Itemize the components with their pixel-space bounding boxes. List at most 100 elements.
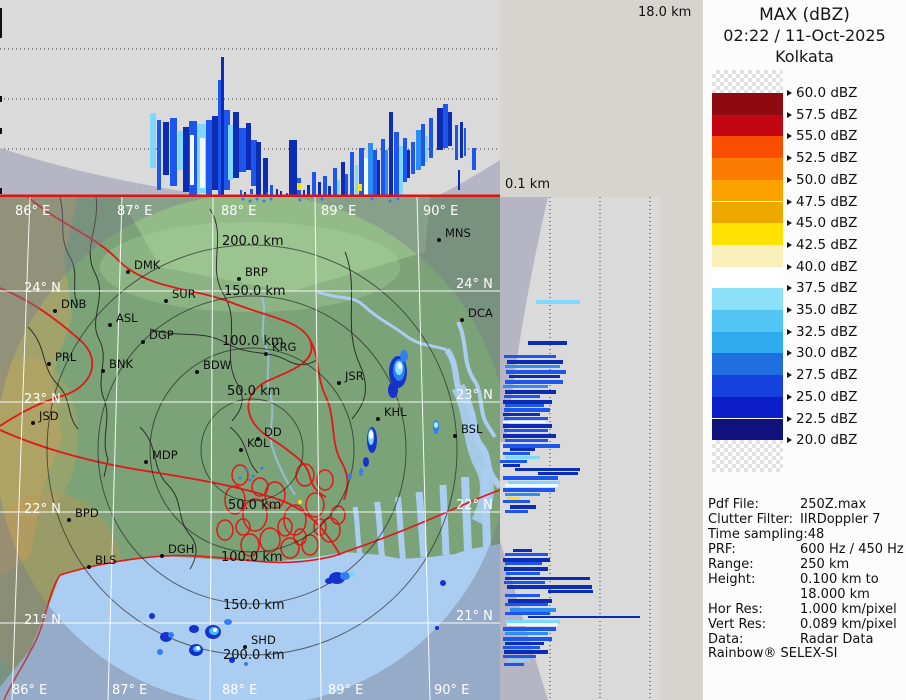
scale-label-text: 32.5 dBZ — [796, 323, 858, 340]
echo-bar — [394, 132, 399, 195]
scale-label: 57.5 dBZ — [787, 107, 857, 123]
scale-label-text: 35.0 dBZ — [796, 302, 858, 318]
echo-bar — [503, 424, 552, 428]
echo-bar — [328, 186, 331, 195]
radar-echo — [224, 619, 232, 625]
metadata-row: Clutter Filter: IIRDoppler 7 — [708, 512, 881, 527]
scale-label-text: 55.0 dBZ — [796, 128, 858, 145]
city-dot — [376, 417, 380, 421]
echo-bar — [513, 549, 532, 552]
city-label: BRP — [245, 265, 268, 279]
scale-band — [712, 179, 783, 202]
echo-bar — [503, 400, 552, 404]
metadata-value: 0.100 km to — [800, 572, 879, 587]
echo-bar — [157, 120, 161, 190]
echo-bar — [429, 118, 433, 158]
echo-bar — [536, 300, 580, 304]
city-dot — [160, 554, 164, 558]
metadata-label: Hor Res: — [708, 602, 763, 617]
scale-label-text: 25.0 dBZ — [796, 388, 858, 405]
echo-bar — [505, 510, 528, 513]
echo-bar — [256, 142, 261, 195]
echo-bar — [258, 191, 260, 195]
scale-band — [712, 396, 783, 419]
city-label: SUR — [172, 287, 196, 301]
scale-band — [712, 266, 783, 289]
radar-echo — [298, 500, 302, 504]
software-brand: Rainbow® SELEX-SI — [708, 646, 838, 661]
city-label: KRG — [272, 340, 296, 354]
city-label: DCA — [468, 306, 493, 320]
city-label: SHD — [251, 633, 276, 647]
radar-echo — [213, 628, 217, 632]
echo-bar — [505, 603, 548, 606]
radar-echo — [348, 473, 352, 479]
metadata-row: Range: 250 km — [708, 557, 849, 572]
echo-bar — [503, 476, 558, 480]
echo-bar — [503, 464, 520, 467]
echo-bar — [505, 632, 548, 635]
echo-bar — [448, 112, 452, 146]
city-dot — [126, 270, 130, 274]
scale-label: 25.0 dBZ — [787, 388, 858, 405]
echo-bar — [460, 122, 463, 158]
echo-bar — [377, 160, 380, 195]
echo-bar — [385, 150, 388, 195]
range-ring-label: 100.0 km — [221, 550, 283, 565]
echo-bar — [270, 185, 273, 195]
metadata-label: PRF: — [708, 542, 736, 557]
echo-bar — [504, 581, 545, 584]
scale-label: 27.5 dBZ — [787, 367, 858, 384]
radar-echo-speck — [248, 199, 252, 203]
echo-bar — [503, 421, 546, 423]
metadata-label: Vert Res: — [708, 617, 767, 632]
axis-tick — [0, 128, 2, 134]
scale-label-text: 27.5 dBZ — [796, 367, 858, 384]
scale-band — [712, 93, 783, 115]
echo-bar — [350, 152, 354, 195]
echo-bar — [503, 558, 550, 562]
echo-bar — [506, 572, 540, 575]
echo-bar — [358, 184, 362, 191]
latitude-label: 21° N — [456, 609, 493, 624]
echo-bar — [503, 413, 540, 416]
scale-arrow-icon — [787, 263, 792, 270]
radar-echo-speck — [320, 197, 324, 201]
echo-bar — [206, 120, 212, 195]
radar-product-screen: 86° E 86° E 87° E 87° E 88° E 88° E 89° E 89° E… — [0, 0, 906, 700]
metadata-row: Height: 0.100 km to — [708, 572, 879, 587]
metadata-label: Range: — [708, 557, 754, 572]
radar-echo — [168, 632, 174, 638]
metadata-row: Hor Res: 1.000 km/pixel — [708, 602, 897, 617]
scale-arrow-icon — [787, 372, 792, 379]
scale-band — [712, 418, 783, 441]
scale-arrow-icon — [787, 220, 792, 227]
echo-bar — [323, 176, 327, 195]
echo-bar — [303, 190, 305, 195]
scale-label: 45.0 dBZ — [787, 215, 857, 231]
echo-bar — [333, 168, 337, 195]
city-dot — [243, 645, 247, 649]
radar-echo — [149, 613, 155, 619]
radar-map: 86° E 86° E 87° E 87° E 88° E 88° E 89° E 89° E… — [0, 197, 500, 700]
echo-bar — [178, 131, 183, 170]
echo-bar — [263, 158, 268, 195]
scale-arrow-icon — [787, 111, 792, 118]
echo-bar — [381, 139, 385, 195]
scale-label-text: 52.5 dBZ — [796, 150, 858, 167]
echo-bar — [504, 429, 548, 432]
echo-bar — [507, 497, 519, 500]
scale-arrow-icon — [787, 307, 792, 313]
echo-bar — [200, 138, 205, 188]
echo-bar — [538, 472, 578, 475]
echo-bar — [505, 553, 548, 556]
city-dot — [53, 309, 57, 313]
echo-bar — [508, 599, 552, 603]
scale-label-text: 60.0 dBZ — [796, 85, 858, 101]
metadata-label: Data: — [708, 632, 744, 647]
scale-label-text: 20.0 dBZ — [796, 432, 858, 449]
product-datetime: 02:22 / 11-Oct-2025 — [723, 26, 886, 45]
echo-bar — [503, 637, 552, 641]
scale-band — [712, 114, 783, 137]
metadata-label: Clutter Filter: — [708, 512, 793, 527]
